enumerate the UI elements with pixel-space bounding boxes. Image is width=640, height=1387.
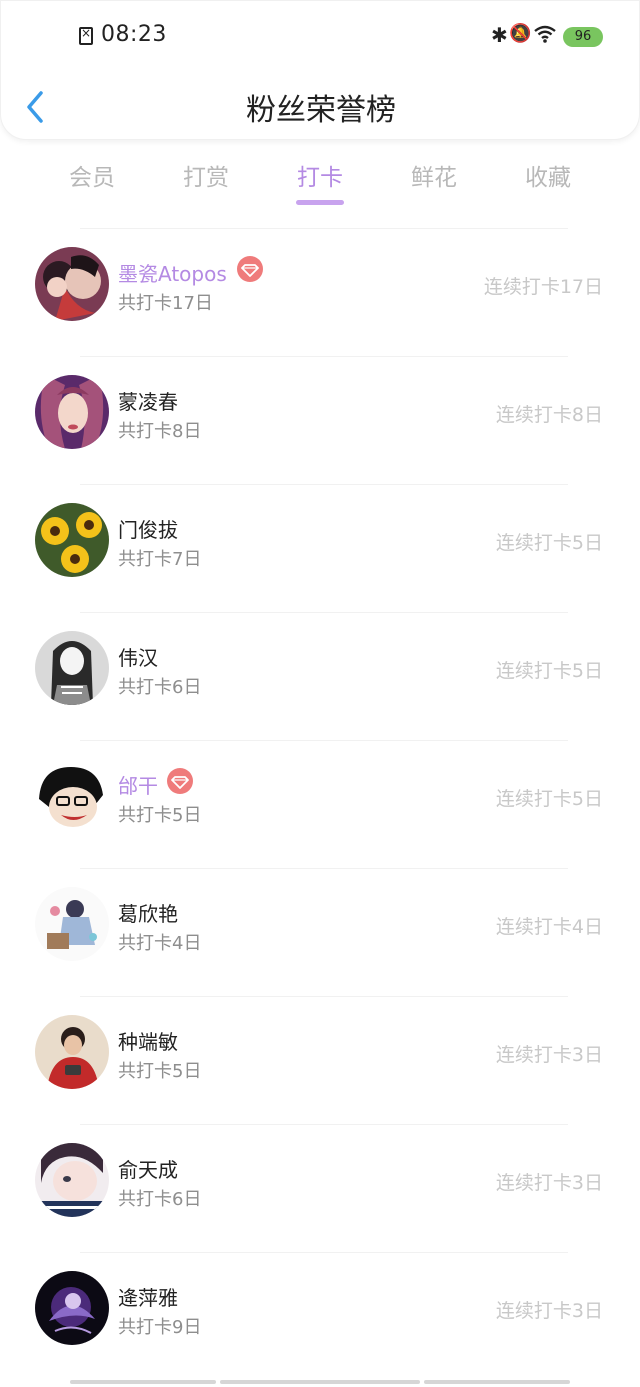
tab-flowers[interactable]: 鲜花 [394, 158, 474, 192]
avatar[interactable] [35, 247, 109, 321]
streak-checkin: 连续打卡8日 [495, 404, 603, 426]
bottom-indicator-segment [220, 1380, 420, 1384]
divider [80, 996, 568, 997]
total-checkin: 共打卡17日 [118, 293, 213, 314]
avatar[interactable] [35, 375, 109, 449]
list-item[interactable]: 蒙凌春 共打卡8日 连续打卡8日 [0, 356, 640, 484]
avatar[interactable] [35, 759, 109, 833]
tab-bar: 会员 打赏 打卡 鲜花 收藏 [0, 158, 640, 210]
avatar[interactable] [35, 1143, 109, 1217]
fan-name[interactable]: 墨瓷Atopos [118, 258, 227, 287]
list-item[interactable]: 种端敏 共打卡5日 连续打卡3日 [0, 996, 640, 1124]
fan-name[interactable]: 伟汉 [118, 642, 158, 671]
total-checkin: 共打卡6日 [118, 677, 202, 698]
list-item[interactable]: 伟汉 共打卡6日 连续打卡5日 [0, 612, 640, 740]
list-item[interactable]: 俞天成 共打卡6日 连续打卡3日 [0, 1124, 640, 1252]
streak-checkin: 连续打卡5日 [495, 532, 603, 554]
list-item[interactable]: 葛欣艳 共打卡4日 连续打卡4日 [0, 868, 640, 996]
bottom-indicator-segment [70, 1380, 216, 1384]
streak-checkin: 连续打卡4日 [495, 916, 603, 938]
streak-checkin: 连续打卡17日 [483, 276, 603, 298]
tab-member[interactable]: 会员 [52, 158, 132, 192]
divider [80, 484, 568, 485]
divider [80, 1124, 568, 1125]
sim-card-icon [79, 26, 93, 45]
total-checkin: 共打卡5日 [118, 805, 202, 826]
avatar[interactable] [35, 631, 109, 705]
list-item[interactable]: 邰干 共打卡5日 连续打卡5日 [0, 740, 640, 868]
avatar[interactable] [35, 503, 109, 577]
tab-favorites[interactable]: 收藏 [508, 158, 588, 192]
list-item[interactable]: 门俊拔 共打卡7日 连续打卡5日 [0, 484, 640, 612]
tab-active-indicator [296, 200, 344, 205]
avatar[interactable] [35, 1015, 109, 1089]
fan-name[interactable]: 俞天成 [118, 1154, 178, 1183]
divider [80, 612, 568, 613]
tab-tip[interactable]: 打赏 [166, 158, 246, 192]
list-item[interactable]: 墨瓷Atopos 共打卡17日 连续打卡17日 [0, 228, 640, 356]
fan-name[interactable]: 逄萍雅 [118, 1282, 178, 1311]
divider [80, 868, 568, 869]
total-checkin: 共打卡7日 [118, 549, 202, 570]
divider [80, 740, 568, 741]
streak-checkin: 连续打卡3日 [495, 1044, 603, 1066]
divider [80, 228, 568, 229]
fan-name[interactable]: 蒙凌春 [118, 386, 178, 415]
tab-checkin[interactable]: 打卡 [280, 158, 360, 205]
streak-checkin: 连续打卡5日 [495, 788, 603, 810]
fan-name[interactable]: 邰干 [118, 770, 158, 799]
total-checkin: 共打卡8日 [118, 421, 202, 442]
page-title: 粉丝荣誉榜 [246, 93, 396, 128]
wifi-icon [534, 25, 556, 43]
streak-checkin: 连续打卡5日 [495, 660, 603, 682]
fan-name[interactable]: 门俊拔 [118, 514, 178, 543]
fan-name[interactable]: 葛欣艳 [118, 898, 178, 927]
list-item[interactable]: 逄萍雅 共打卡9日 连续打卡3日 [0, 1252, 640, 1380]
divider [80, 356, 568, 357]
fan-name[interactable]: 种端敏 [118, 1026, 178, 1055]
total-checkin: 共打卡6日 [118, 1189, 202, 1210]
bell-muted-icon: 🔕 [509, 23, 532, 44]
status-bar: 08:23 ✱ 🔕 96 [1, 19, 640, 55]
streak-checkin: 连续打卡3日 [495, 1300, 603, 1322]
streak-checkin: 连续打卡3日 [495, 1172, 603, 1194]
avatar[interactable] [35, 887, 109, 961]
total-checkin: 共打卡4日 [118, 933, 202, 954]
avatar[interactable] [35, 1271, 109, 1345]
total-checkin: 共打卡9日 [118, 1317, 202, 1338]
bottom-indicator-segment [424, 1380, 570, 1384]
bluetooth-icon: ✱ [491, 23, 508, 47]
header-card: 08:23 ✱ 🔕 96 粉丝荣誉榜 [0, 0, 640, 140]
battery-indicator: 96 [563, 27, 603, 47]
diamond-icon [237, 256, 263, 282]
diamond-icon [167, 768, 193, 794]
divider [80, 1252, 568, 1253]
status-time: 08:23 [101, 22, 167, 47]
total-checkin: 共打卡5日 [118, 1061, 202, 1082]
